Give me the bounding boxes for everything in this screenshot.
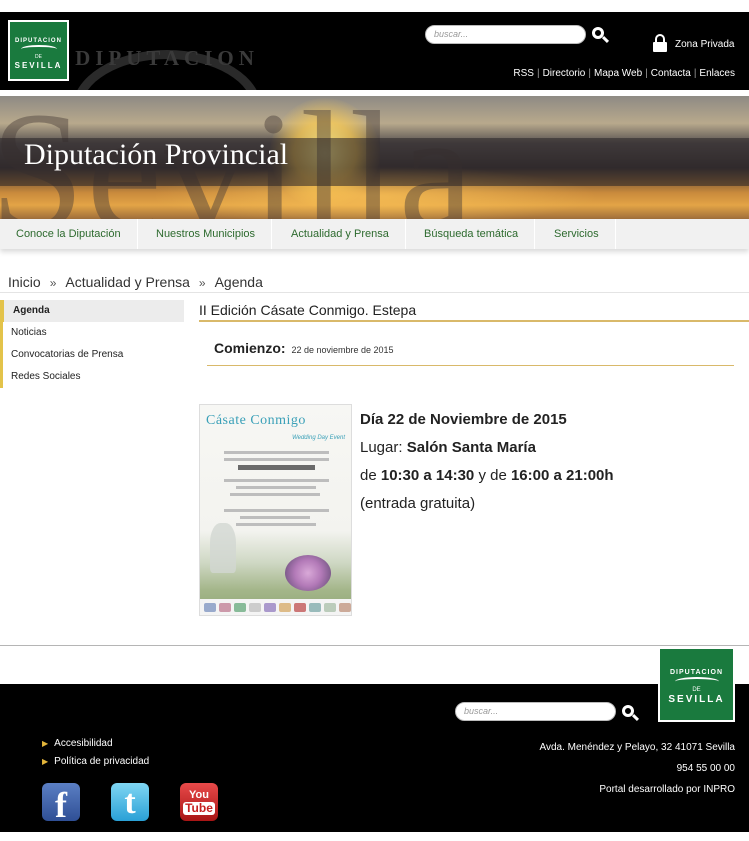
- twitter-icon[interactable]: t: [111, 783, 149, 821]
- footer-contact: Avda. Menéndez y Pelayo, 32 41071 Sevill…: [539, 737, 735, 800]
- nav-actualidad-prensa[interactable]: Actualidad y Prensa: [275, 219, 406, 249]
- banner-title: Diputación Provincial: [24, 138, 289, 171]
- sidebar-item-redes-sociales[interactable]: Redes Sociales: [0, 366, 184, 388]
- event-date-line: Día 22 de Noviembre de 2015: [360, 411, 567, 428]
- footer-search-input[interactable]: buscar...: [455, 702, 616, 721]
- poster-title: Cásate Conmigo: [206, 413, 306, 428]
- event-details: Día 22 de Noviembre de 2015 Lugar: Salón…: [360, 406, 614, 518]
- event-entry-line: (entrada gratuita): [360, 495, 476, 512]
- logo-line-1: DIPUTACION: [15, 38, 62, 44]
- wordmark-text: DIPUTACION: [75, 46, 259, 70]
- triangle-bullet-icon: ▶: [42, 739, 49, 748]
- nav-busqueda-tematica[interactable]: Búsqueda temática: [408, 219, 536, 249]
- footer-logo-line-3: SEVILLA: [668, 694, 725, 705]
- header-search-input[interactable]: buscar...: [425, 25, 586, 44]
- footer-diputacion-logo[interactable]: DIPUTACION DE SEVILLA: [658, 647, 735, 722]
- main-nav: Conoce la Diputación Nuestros Municipios…: [0, 219, 749, 249]
- event-time-line: de 10:30 a 14:30 y de 16:00 a 21:00h: [360, 467, 614, 484]
- nav-servicios[interactable]: Servicios: [538, 219, 616, 249]
- logo-arc-icon: [20, 45, 57, 53]
- footer-logo-line-2: DE: [692, 687, 701, 693]
- footer-credit[interactable]: Portal desarrollado por INPRO: [539, 779, 735, 800]
- event-poster-image[interactable]: Cásate Conmigo Wedding Day Event: [199, 404, 352, 616]
- footer-search-icon[interactable]: [622, 705, 640, 722]
- nav-conoce-diputacion[interactable]: Conoce la Diputación: [0, 219, 138, 249]
- diputacion-logo[interactable]: DIPUTACION DE SEVILLA: [8, 20, 69, 81]
- accesibilidad-link[interactable]: ▶ Accesibilidad: [42, 735, 149, 753]
- top-links: RSS | Directorio | Mapa Web | Contacta | Enlaces: [513, 68, 735, 79]
- logo-line-3: SEVILLA: [14, 61, 63, 70]
- zona-privada-link[interactable]: Zona Privada: [675, 39, 734, 50]
- footer-logo-arc-icon: [674, 677, 719, 686]
- breadcrumb-agenda: Agenda: [214, 274, 263, 290]
- diputacion-wordmark: DIPUTACION: [72, 40, 262, 90]
- banner: Sevilla Diputación Provincial: [0, 96, 749, 220]
- poster-subtitle: Wedding Day Event: [292, 435, 345, 441]
- poster-sponsor-strip: [200, 599, 351, 615]
- sidebar: Agenda Noticias Convocatorias de Prensa …: [0, 300, 184, 388]
- footer-phone: 954 55 00 00: [676, 763, 735, 774]
- lock-icon[interactable]: [653, 34, 667, 52]
- event-title: II Edición Cásate Conmigo. Estepa: [199, 302, 417, 318]
- page: DIPUTACION DE SEVILLA DIPUTACION Zona Pr…: [0, 0, 749, 841]
- enlaces-link[interactable]: Enlaces: [699, 68, 735, 79]
- sidebar-item-noticias[interactable]: Noticias: [0, 322, 184, 344]
- poster-bouquet-graphic: [285, 555, 331, 591]
- breadcrumb-separator-icon: »: [198, 276, 206, 290]
- top-header: DIPUTACION DE SEVILLA DIPUTACION Zona Pr…: [0, 12, 749, 90]
- sidebar-item-convocatorias[interactable]: Convocatorias de Prensa: [0, 344, 184, 366]
- triangle-bullet-icon: ▶: [42, 757, 49, 766]
- event-place-line: Lugar: Salón Santa María: [360, 439, 536, 456]
- breadcrumb-inicio[interactable]: Inicio: [8, 274, 41, 290]
- directorio-link[interactable]: Directorio: [543, 68, 586, 79]
- poster-statue-graphic: [210, 523, 236, 573]
- breadcrumb-actualidad[interactable]: Actualidad y Prensa: [65, 274, 190, 290]
- search-icon[interactable]: [592, 27, 610, 44]
- title-divider: [199, 320, 749, 322]
- breadcrumb: Inicio » Actualidad y Prensa » Agenda: [8, 274, 263, 290]
- footer-logo-line-1: DIPUTACION: [669, 669, 724, 676]
- sidebar-item-agenda[interactable]: Agenda: [0, 300, 184, 322]
- footer-links: ▶ Accesibilidad ▶ Política de privacidad: [42, 735, 149, 771]
- breadcrumb-divider: [0, 292, 749, 293]
- comienzo-date: 22 de noviembre de 2015: [291, 345, 394, 355]
- footer-address: Avda. Menéndez y Pelayo, 32 41071 Sevill…: [539, 742, 735, 753]
- comienzo-divider: [207, 365, 734, 366]
- youtube-icon[interactable]: You Tube: [180, 783, 218, 821]
- breadcrumb-separator-icon: »: [49, 276, 57, 290]
- content-divider: [0, 645, 749, 646]
- logo-line-2: DE: [35, 54, 42, 60]
- event-start: Comienzo: 22 de noviembre de 2015: [214, 340, 394, 356]
- facebook-icon[interactable]: f: [42, 783, 80, 825]
- politica-privacidad-link[interactable]: ▶ Política de privacidad: [42, 753, 149, 771]
- contacta-link[interactable]: Contacta: [651, 68, 691, 79]
- mapa-web-link[interactable]: Mapa Web: [594, 68, 642, 79]
- rss-link[interactable]: RSS: [513, 68, 534, 79]
- comienzo-label: Comienzo:: [214, 340, 286, 356]
- nav-nuestros-municipios[interactable]: Nuestros Municipios: [140, 219, 273, 249]
